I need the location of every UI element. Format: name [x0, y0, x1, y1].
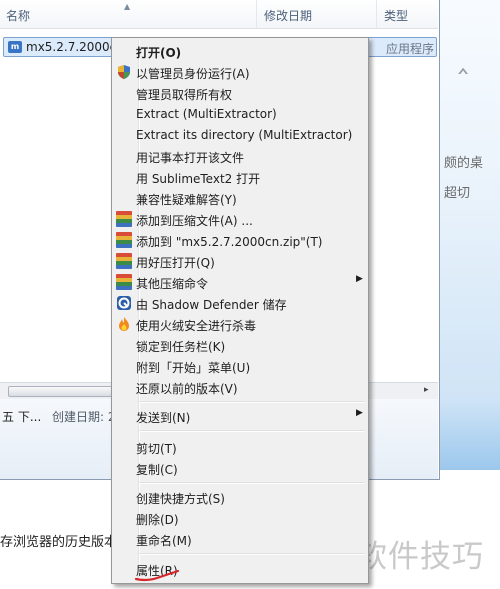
- menu-item-extract-directory[interactable]: Extract its directory (MultiExtractor): [114, 125, 366, 145]
- column-divider[interactable]: [376, 0, 377, 28]
- menu-item-label: 创建快捷方式(S): [136, 492, 225, 506]
- menu-item-create-shortcut[interactable]: 创建快捷方式(S): [114, 487, 366, 507]
- sort-ascending-icon: ▲: [124, 2, 131, 11]
- menu-item-open[interactable]: 打开(O): [114, 41, 366, 61]
- column-header: 名称 ▲ 修改日期 类型: [0, 0, 438, 29]
- context-menu: 打开(O) 以管理员身份运行(A) 管理员取得所有权 Extract (Mult…: [111, 37, 369, 584]
- column-name[interactable]: 名称: [6, 7, 30, 24]
- winrar-icon: [116, 211, 132, 227]
- menu-item-label: 打开(O): [136, 46, 182, 60]
- menu-item-label: 发送到(N): [136, 411, 191, 425]
- scroll-right-arrow-icon[interactable]: ▸: [424, 385, 429, 395]
- file-type: 应用程序: [386, 42, 435, 56]
- scrollbar-thumb[interactable]: [8, 386, 120, 397]
- menu-item-restore-versions[interactable]: 还原以前的版本(V): [114, 377, 366, 397]
- background-glyph: ‸: [458, 40, 469, 75]
- menu-item-huorong-scan[interactable]: 使用火绒安全进行杀毒: [114, 314, 366, 334]
- menu-item-label: 用记事本打开该文件: [136, 151, 245, 165]
- menu-item-add-to-archive[interactable]: 添加到压缩文件(A) ...: [114, 209, 366, 229]
- menu-item-label: 使用火绒安全进行杀毒: [136, 319, 257, 333]
- menu-item-label: 管理员取得所有权: [136, 88, 233, 102]
- shadow-defender-icon: [117, 296, 131, 310]
- uac-shield-icon: [118, 65, 130, 79]
- menu-item-label: Extract its directory (MultiExtractor): [136, 128, 353, 142]
- menu-item-label: 用好压打开(Q): [136, 256, 215, 270]
- menu-item-label: 还原以前的版本(V): [136, 382, 238, 396]
- menu-item-label: 重命名(M): [136, 534, 192, 548]
- red-underline-annotation: [134, 569, 180, 582]
- menu-item-other-compress[interactable]: 其他压缩命令 ▶: [114, 272, 366, 292]
- winrar-icon: [116, 232, 132, 248]
- menu-item-label: 锁定到任务栏(K): [136, 340, 226, 354]
- column-type[interactable]: 类型: [384, 7, 408, 24]
- maxthon-app-icon: m: [8, 41, 22, 53]
- details-created: 创建日期: 2: [52, 410, 116, 424]
- menu-item-pin-start[interactable]: 附到「开始」菜单(U): [114, 356, 366, 376]
- menu-item-label: 删除(D): [136, 513, 179, 527]
- menu-item-take-ownership[interactable]: 管理员取得所有权: [114, 83, 366, 103]
- menu-separator: [139, 401, 365, 403]
- menu-item-label: 复制(C): [136, 463, 178, 477]
- menu-item-label: 兼容性疑难解答(Y): [136, 193, 237, 207]
- menu-item-label: 用 SublimeText2 打开: [136, 172, 261, 186]
- menu-item-label: 添加到 "mx5.2.7.2000cn.zip"(T): [136, 235, 323, 249]
- file-name: mx5.2.7.2000cn: [26, 40, 124, 54]
- details-date: 五 下...: [2, 410, 42, 424]
- menu-item-shadow-defender[interactable]: 由 Shadow Defender 储存: [114, 293, 366, 313]
- column-modified[interactable]: 修改日期: [264, 7, 312, 24]
- watermark: 软件技巧: [350, 515, 500, 589]
- background-caption: 存浏览器的历史版本: [0, 535, 118, 550]
- menu-item-label: 以管理员身份运行(A): [136, 67, 250, 81]
- menu-item-send-to[interactable]: 发送到(N) ▶: [114, 406, 366, 426]
- menu-separator: [139, 482, 365, 484]
- menu-item-open-with-sublime[interactable]: 用 SublimeText2 打开: [114, 167, 366, 187]
- haozip-icon: [116, 253, 132, 269]
- column-divider[interactable]: [256, 0, 257, 28]
- menu-item-run-as-admin[interactable]: 以管理员身份运行(A): [114, 62, 366, 82]
- watermark-text: 软件技巧: [356, 539, 484, 575]
- submenu-arrow-icon: ▶: [356, 408, 363, 418]
- menu-item-open-with-notepad[interactable]: 用记事本打开该文件: [114, 146, 366, 166]
- menu-separator: [139, 553, 365, 555]
- menu-item-extract-multiextractor[interactable]: Extract (MultiExtractor): [114, 104, 366, 124]
- menu-item-label: 添加到压缩文件(A) ...: [136, 214, 253, 228]
- desktop-background: ‸ 颇的桌 超切: [440, 0, 500, 470]
- menu-item-label: Extract (MultiExtractor): [136, 107, 277, 121]
- menu-item-add-to-zip[interactable]: 添加到 "mx5.2.7.2000cn.zip"(T): [114, 230, 366, 250]
- menu-item-open-with-haozip[interactable]: 用好压打开(Q): [114, 251, 366, 271]
- background-text-2: 超切: [444, 186, 471, 201]
- submenu-arrow-icon: ▶: [356, 274, 363, 284]
- winrar-icon: [116, 274, 132, 290]
- menu-item-cut[interactable]: 剪切(T): [114, 437, 366, 457]
- menu-item-compatibility[interactable]: 兼容性疑难解答(Y): [114, 188, 366, 208]
- menu-item-delete[interactable]: 删除(D): [114, 508, 366, 528]
- menu-item-label: 其他压缩命令: [136, 277, 209, 291]
- menu-item-rename[interactable]: 重命名(M): [114, 529, 366, 549]
- menu-separator: [139, 430, 365, 432]
- huorong-icon: [119, 317, 129, 331]
- menu-item-label: 附到「开始」菜单(U): [136, 361, 251, 375]
- menu-item-label: 剪切(T): [136, 442, 177, 456]
- background-text-1: 颇的桌: [444, 156, 484, 171]
- menu-item-label: 由 Shadow Defender 储存: [136, 298, 287, 312]
- menu-item-copy[interactable]: 复制(C): [114, 458, 366, 478]
- menu-item-pin-taskbar[interactable]: 锁定到任务栏(K): [114, 335, 366, 355]
